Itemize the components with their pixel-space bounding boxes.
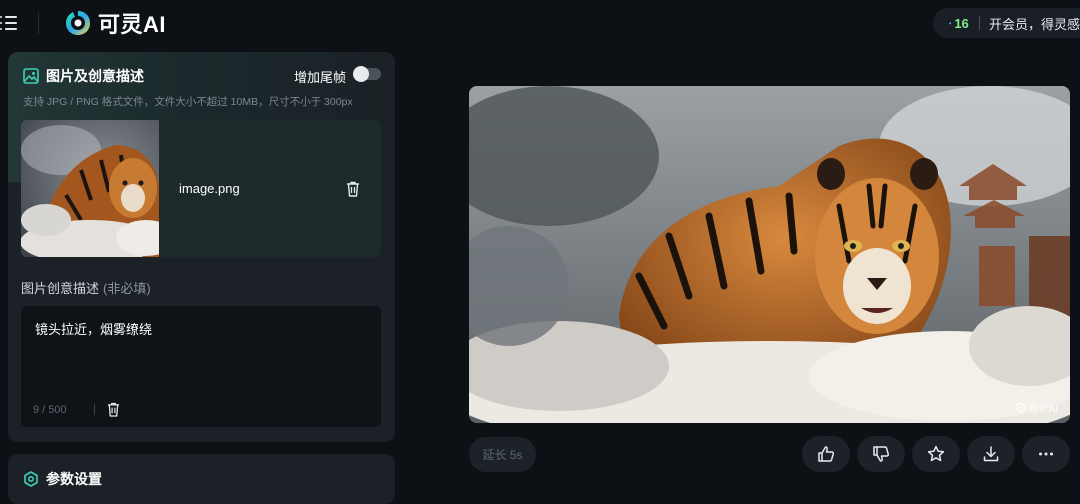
more-icon [1037, 445, 1055, 463]
image-description-panel: 图片及创意描述 增加尾帧 支持 JPG / PNG 格式文件，文件大小不超过 1… [8, 52, 395, 442]
description-optional: (非必填) [103, 281, 151, 296]
menu-icon[interactable] [0, 14, 18, 32]
tail-frame-toggle[interactable] [353, 68, 381, 80]
trash-icon[interactable] [346, 181, 360, 197]
app-name: 可灵AI [98, 7, 166, 39]
panel-title: 图片及创意描述 [46, 66, 144, 86]
uploaded-image-thumbnail [21, 120, 159, 257]
app-logo[interactable]: 可灵AI [64, 8, 166, 38]
description-input[interactable]: 镜头拉近，烟雾缭绕 9 / 500 [21, 306, 381, 427]
logo-icon [64, 9, 92, 37]
vip-banner[interactable]: 16 开会员，得灵感值 [933, 8, 1080, 38]
upload-hint: 支持 JPG / PNG 格式文件，文件大小不超过 10MB，尺寸不小于 300… [23, 94, 353, 109]
watermark-text: 可灵AI [1029, 400, 1058, 415]
dislike-button[interactable] [857, 436, 905, 472]
description-label-text: 图片创意描述 [21, 281, 99, 296]
flame-icon [949, 16, 951, 30]
parameter-settings-header: 参数设置 [23, 469, 102, 489]
thumbs-up-icon [817, 445, 835, 463]
image-icon [23, 68, 39, 84]
description-label: 图片创意描述 (非必填) [21, 278, 151, 297]
toggle-knob [353, 66, 369, 82]
more-options-button[interactable] [1022, 436, 1070, 472]
like-button[interactable] [802, 436, 850, 472]
generated-video-preview[interactable]: 可灵AI [469, 86, 1070, 423]
count-divider [94, 404, 95, 415]
tiger-preview-image [469, 86, 1070, 423]
parameter-settings-title: 参数设置 [46, 469, 102, 489]
vip-text: 开会员，得灵感值 [989, 14, 1080, 33]
header-divider [38, 12, 39, 34]
description-char-count: 9 / 500 [33, 404, 67, 416]
uploaded-image-card[interactable]: image.png [21, 120, 381, 257]
favorite-button[interactable] [912, 436, 960, 472]
description-text[interactable]: 镜头拉近，烟雾缭绕 [35, 319, 152, 338]
points-count: 16 [954, 16, 968, 31]
top-bar: 可灵AI 16 开会员，得灵感值 [0, 0, 1080, 46]
hexagon-settings-icon [23, 471, 39, 487]
star-icon [927, 445, 945, 463]
preview-watermark: 可灵AI [1015, 400, 1058, 415]
parameter-settings-panel[interactable]: 参数设置 [8, 454, 395, 504]
download-button[interactable] [967, 436, 1015, 472]
panel-title-row: 图片及创意描述 [23, 66, 144, 86]
thumbs-down-icon [872, 445, 890, 463]
uploaded-file-name: image.png [179, 181, 240, 196]
trash-icon[interactable] [107, 402, 120, 417]
download-icon [982, 445, 1000, 463]
tail-frame-label: 增加尾帧 [294, 67, 346, 86]
logo-icon [1015, 402, 1026, 413]
extend-button[interactable]: 延长 5s [469, 437, 536, 472]
